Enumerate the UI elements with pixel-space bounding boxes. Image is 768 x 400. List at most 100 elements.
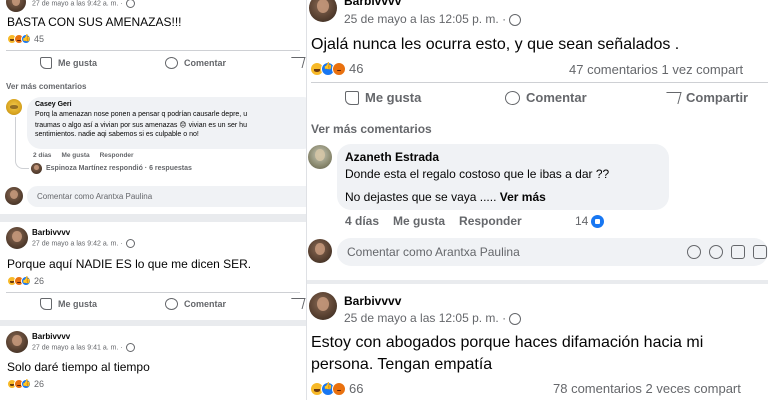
commenter-avatar[interactable]	[308, 145, 332, 169]
commenter-avatar[interactable]	[6, 99, 22, 115]
my-avatar	[5, 187, 23, 205]
comment-author[interactable]: Azaneth Estrada	[345, 150, 439, 164]
globe-icon	[125, 0, 135, 8]
post-text: BASTA CON SUS AMENAZAS!!!	[7, 15, 182, 29]
angry-reaction-icon	[332, 61, 346, 76]
divider	[6, 50, 300, 51]
avatar-sticker-icon[interactable]	[687, 245, 701, 259]
comment-like-count[interactable]: 14	[575, 214, 605, 229]
comment-actions: 2 días Me gusta Responder	[33, 152, 134, 159]
author-avatar[interactable]	[309, 292, 337, 320]
see-more-link[interactable]: Ver más	[500, 190, 546, 204]
reaction-summary[interactable]: 66	[310, 381, 363, 396]
author-avatar[interactable]	[6, 0, 26, 12]
like-button[interactable]: Me gusta	[40, 57, 97, 69]
reaction-count: 66	[349, 381, 364, 396]
share-button[interactable]	[288, 57, 306, 68]
globe-icon	[509, 13, 522, 26]
divider	[311, 82, 768, 83]
comment-actions: 4 días Me gusta Responder	[345, 214, 522, 228]
post-card-3: Barbivvvv 27 de mayo a las 9:41 a. m. · …	[0, 326, 306, 400]
reaction-count: 45	[34, 34, 45, 44]
author-name[interactable]: Barbivvvv	[32, 228, 70, 237]
post-text: Ojalá nunca les ocurra esto, y que sean …	[311, 36, 680, 53]
author-name[interactable]: Barbivvvv	[344, 294, 401, 308]
author-avatar[interactable]	[309, 0, 337, 22]
comment-icon	[165, 298, 178, 310]
comment-reply-button[interactable]: Responder	[459, 214, 522, 228]
author-name[interactable]: Barbivvvv	[344, 0, 401, 8]
post-card-right-1: Barbivvvv 25 de mayo a las 12:05 p. m. ·…	[307, 0, 768, 113]
comment-time[interactable]: 2 días	[33, 152, 51, 159]
globe-icon	[125, 343, 135, 352]
post-meta: 27 de mayo a las 9:42 a. m. ·	[32, 239, 135, 248]
post-text: Solo daré tiempo al tiempo	[7, 360, 150, 374]
comments-shares-count[interactable]: 47 comentarios 1 vez compart	[569, 62, 743, 77]
post-card-right-2: Barbivvvv 25 de mayo a las 12:05 p. m. ·…	[307, 284, 768, 400]
like-button[interactable]: Me gusta	[345, 90, 421, 105]
comment-like-button[interactable]: Me gusta	[393, 214, 445, 228]
post-text-line: persona. Tengan empatía	[311, 356, 493, 373]
comment-text-line: traumas o algo así a vivian por sus amen…	[35, 122, 247, 129]
reaction-count: 46	[349, 61, 364, 76]
post-meta: 27 de mayo a las 9:41 a. m. ·	[32, 343, 135, 352]
author-avatar[interactable]	[6, 227, 28, 249]
post-meta: 27 de mayo a las 9:42 a. m. ·	[32, 0, 135, 8]
post-card-2: Barbivvvv 27 de mayo a las 9:42 a. m. · …	[0, 222, 306, 320]
view-replies-link[interactable]: Espinoza Martínez respondió · 6 respuest…	[46, 165, 192, 172]
like-reaction-icon	[21, 379, 31, 389]
post-card-1: 27 de mayo a las 9:42 a. m. · BASTA CON …	[0, 0, 306, 79]
reaction-summary[interactable]: 26	[7, 379, 44, 389]
composer-tools	[687, 245, 767, 259]
reaction-summary[interactable]: 45	[7, 34, 44, 44]
more-comments-link[interactable]: Ver más comentarios	[311, 122, 432, 136]
emoji-icon[interactable]	[709, 245, 723, 259]
thumbs-up-icon	[40, 57, 52, 69]
replier-avatar	[31, 163, 42, 174]
comment-button[interactable]: Comentar	[165, 298, 226, 310]
author-avatar[interactable]	[6, 331, 28, 353]
comments-section: Ver más comentarios Azaneth Estrada Dond…	[307, 113, 768, 280]
share-button[interactable]: Compartir	[663, 90, 748, 105]
left-screenshot: 27 de mayo a las 9:42 a. m. · BASTA CON …	[0, 0, 306, 400]
comment-text-line: Donde esta el regalo costoso que le ibas…	[345, 167, 610, 181]
more-comments-link[interactable]: Ver más comentarios	[6, 82, 86, 91]
comment-button[interactable]: Comentar	[165, 57, 226, 69]
comment-icon	[165, 57, 178, 69]
share-icon	[288, 298, 306, 309]
angry-reaction-icon	[332, 381, 346, 396]
reaction-summary[interactable]: 26	[7, 276, 44, 286]
globe-icon	[125, 239, 135, 248]
gif-icon[interactable]	[753, 245, 767, 259]
share-button[interactable]	[288, 298, 306, 309]
post-text-line: Estoy con abogados porque haces difamaci…	[311, 334, 704, 351]
author-name[interactable]: Barbivvvv	[32, 332, 70, 341]
my-avatar	[308, 239, 332, 263]
comment-text-line: sentimientos. nadie aqi sabemos si es cu…	[35, 131, 199, 138]
right-screenshot: Barbivvvv 25 de mayo a las 12:05 p. m. ·…	[307, 0, 768, 400]
comment-reply-button[interactable]: Responder	[100, 152, 134, 159]
like-reaction-icon	[21, 34, 31, 44]
comment-like-button[interactable]: Me gusta	[61, 152, 89, 159]
comment-button[interactable]: Comentar	[505, 90, 587, 105]
like-button[interactable]: Me gusta	[40, 298, 97, 310]
globe-icon	[509, 312, 522, 325]
post-meta: 25 de mayo a las 12:05 p. m. ·	[344, 12, 522, 26]
thumbs-up-icon	[345, 90, 359, 105]
post-meta: 25 de mayo a las 12:05 p. m. ·	[344, 311, 522, 325]
share-icon	[663, 91, 682, 104]
comment-input[interactable]: Comentar como Arantxa Paulina	[27, 186, 306, 207]
post-text: Porque aquí NADIE ES lo que me dicen SER…	[7, 257, 252, 271]
like-badge-icon	[591, 215, 605, 229]
comment-time[interactable]: 4 días	[345, 214, 379, 228]
reaction-count: 26	[34, 379, 45, 389]
comment-icon	[505, 90, 520, 105]
divider	[6, 292, 300, 293]
reaction-summary[interactable]: 46	[310, 61, 363, 76]
comment-text-line: Porq la amenazan nose ponen a pensar q p…	[35, 111, 248, 118]
camera-icon[interactable]	[731, 245, 745, 259]
comment-text-line: No dejastes que se vaya ..... Ver más	[345, 190, 546, 204]
comment-author[interactable]: Casey Geri	[35, 101, 72, 108]
reply-thread-line	[15, 117, 29, 169]
comments-shares-count[interactable]: 78 comentarios 2 veces compart	[553, 381, 741, 396]
